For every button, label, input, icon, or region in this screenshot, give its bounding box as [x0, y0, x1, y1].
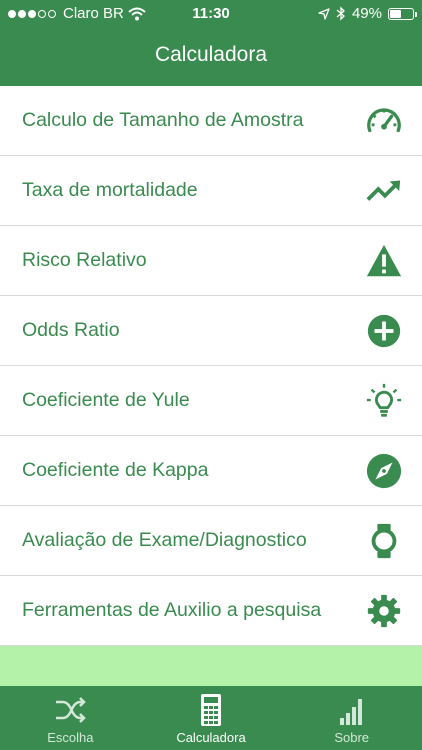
watch-icon	[364, 521, 404, 561]
tab-sobre[interactable]: Sobre	[281, 686, 422, 750]
list-item-exam-evaluation[interactable]: Avaliação de Exame/Diagnostico	[0, 506, 422, 576]
speedometer-icon	[364, 101, 404, 141]
trending-up-icon	[364, 171, 404, 211]
warning-icon	[364, 241, 404, 281]
battery-percent: 49%	[351, 5, 382, 22]
tab-label: Sobre	[334, 730, 370, 745]
battery-icon	[388, 7, 417, 20]
list-item-mortality-rate[interactable]: Taxa de mortalidade	[0, 156, 422, 226]
list-item-relative-risk[interactable]: Risco Relativo	[0, 226, 422, 296]
list-item-label: Odds Ratio	[22, 319, 120, 341]
calculator-icon	[201, 694, 221, 726]
tab-bar: Escolha Calculadora Sobre	[0, 686, 422, 750]
tab-calculadora[interactable]: Calculadora	[141, 686, 282, 750]
calculator-list: Calculo de Tamanho de Amostra Taxa de mo…	[0, 86, 422, 646]
tab-label: Calculadora	[176, 730, 246, 745]
list-item-label: Calculo de Tamanho de Amostra	[22, 109, 304, 131]
bluetooth-icon	[336, 6, 345, 21]
list-item-label: Avaliação de Exame/Diagnostico	[22, 529, 307, 551]
list-item-label: Coeficiente de Kappa	[22, 459, 209, 481]
list-item-sample-size[interactable]: Calculo de Tamanho de Amostra	[0, 86, 422, 156]
list-item-label: Risco Relativo	[22, 249, 147, 271]
plus-circle-icon	[364, 311, 404, 351]
list-item-odds-ratio[interactable]: Odds Ratio	[0, 296, 422, 366]
compass-icon	[364, 451, 404, 491]
list-item-label: Taxa de mortalidade	[22, 179, 198, 201]
tab-label: Escolha	[47, 730, 94, 745]
list-item-research-tools[interactable]: Ferramentas de Auxilio a pesquisa	[0, 576, 422, 646]
footer-band	[0, 646, 422, 686]
list-item-yule-coefficient[interactable]: Coeficiente de Yule	[0, 366, 422, 436]
status-bar: Claro BR 11:30 49%	[0, 0, 422, 28]
list-item-kappa-coefficient[interactable]: Coeficiente de Kappa	[0, 436, 422, 506]
page-title: Calculadora	[154, 43, 268, 66]
shuffle-icon	[56, 697, 87, 723]
location-arrow-icon	[318, 7, 330, 20]
header: Claro BR 11:30 49% Calculadora	[0, 0, 422, 86]
tab-escolha[interactable]: Escolha	[0, 686, 141, 750]
status-right: 49%	[318, 5, 417, 22]
lightbulb-icon	[364, 381, 404, 421]
list-item-label: Coeficiente de Yule	[22, 389, 190, 411]
signal-bars-icon	[339, 699, 362, 725]
list-item-label: Ferramentas de Auxilio a pesquisa	[22, 599, 322, 621]
gear-icon	[364, 591, 404, 631]
